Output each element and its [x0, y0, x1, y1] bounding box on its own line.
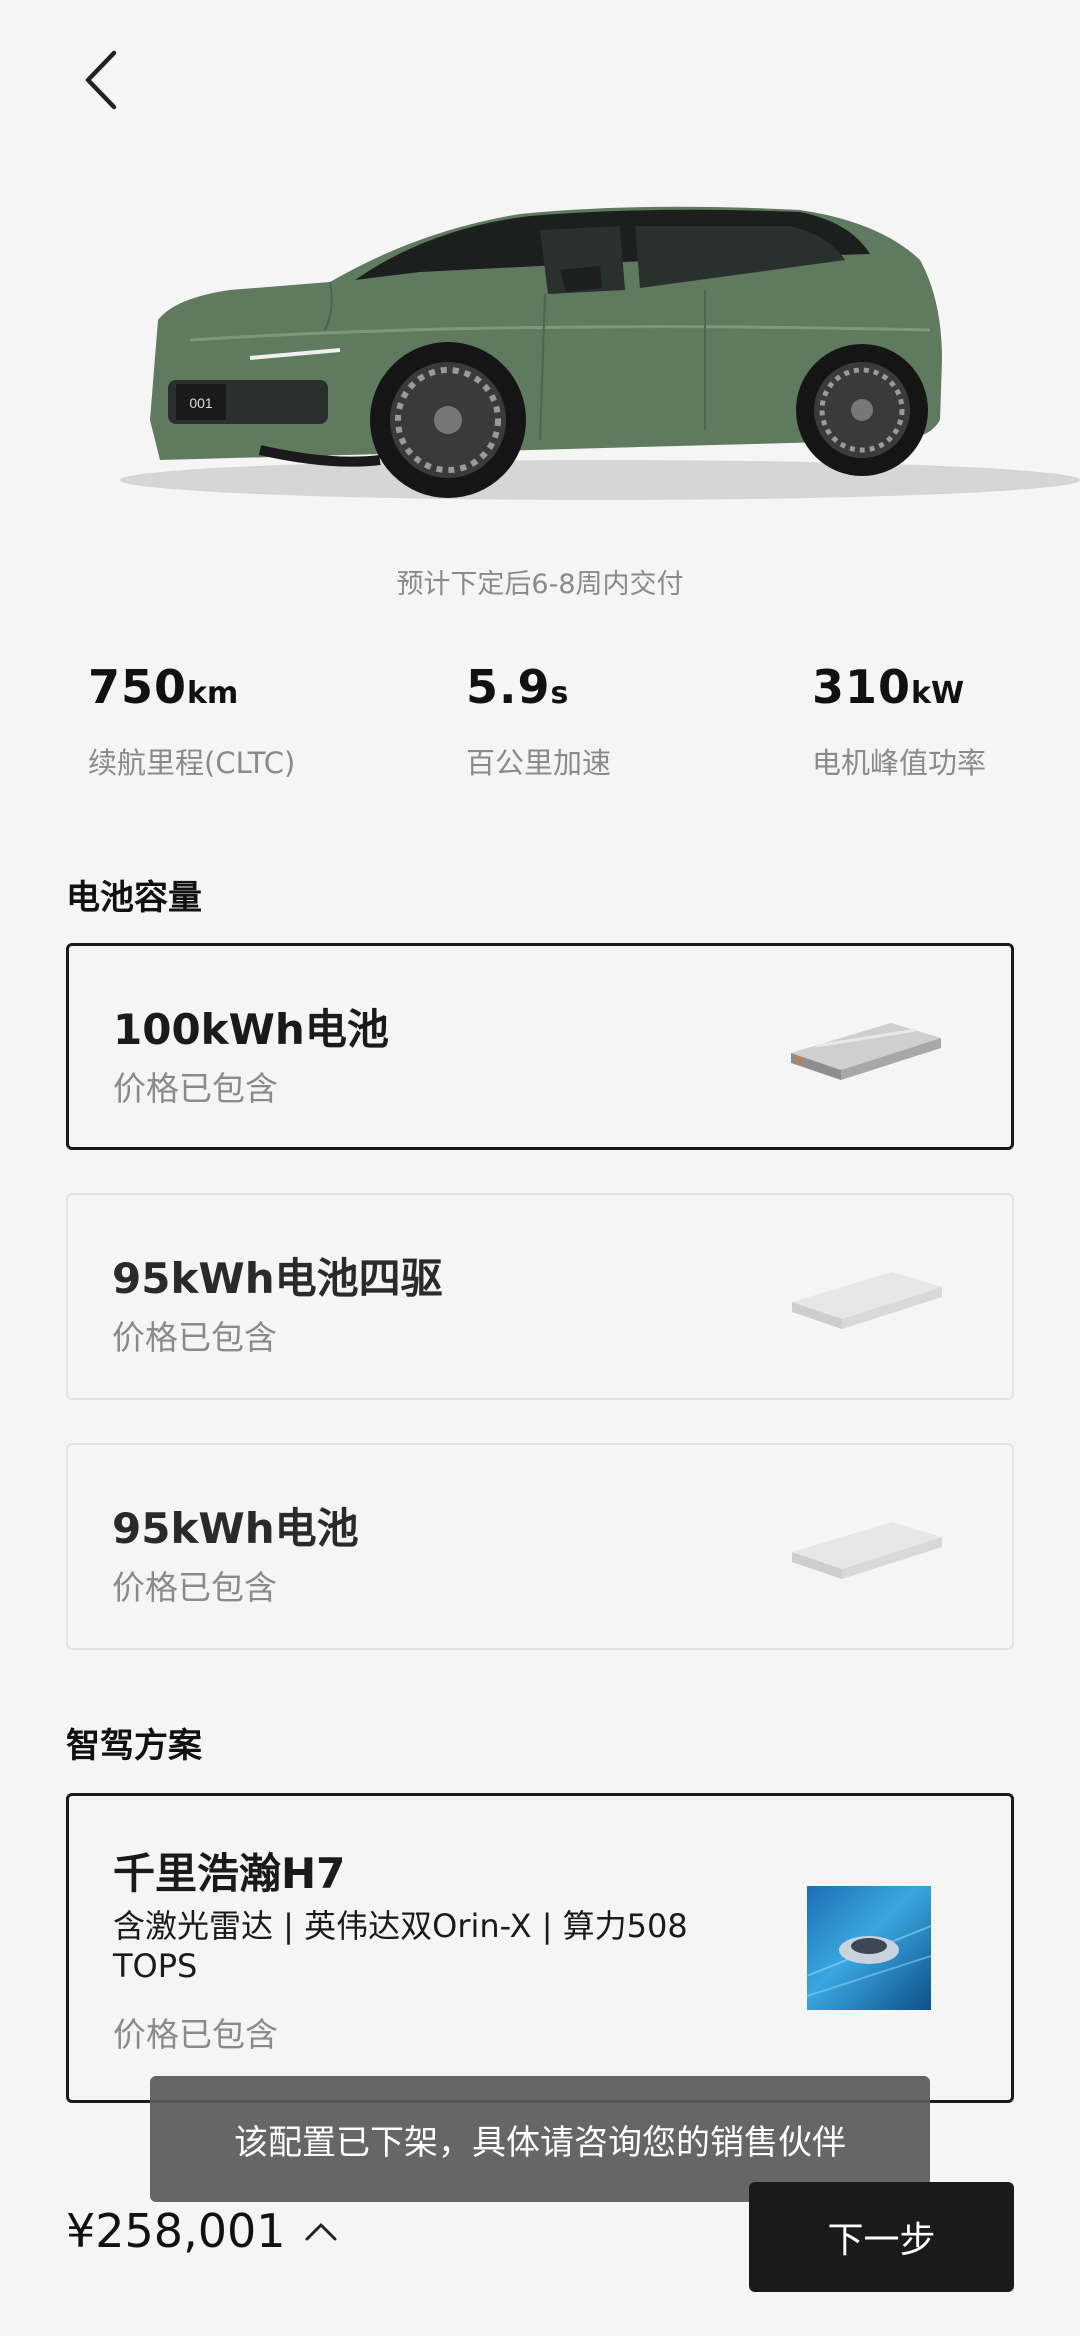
spec-range-label: 续航里程(CLTC): [88, 746, 296, 780]
adas-option-name: 千里浩瀚H7: [113, 1849, 346, 1898]
battery-option-name: 95kWh电池四驱: [112, 1254, 443, 1303]
spec-power-label: 电机峰值功率: [812, 746, 987, 780]
chevron-left-icon: [85, 50, 117, 110]
delivery-note: 预计下定后6-8周内交付: [396, 569, 684, 600]
spec-acceleration-unit: s: [550, 676, 569, 711]
battery-pack-image: [792, 1272, 942, 1329]
adas-section-title: 智驾方案: [66, 1726, 202, 1766]
battery-option-name: 100kWh电池: [113, 1005, 389, 1054]
plate-text: 001: [189, 395, 213, 411]
adas-option-description: 含激光雷达 | 英伟达双Orin-X | 算力508 TOPS: [113, 1907, 688, 1985]
battery-option-95kwh[interactable]: 95kWh电池 价格已包含: [66, 1443, 1014, 1650]
back-button[interactable]: [70, 40, 130, 120]
battery-option-name: 95kWh电池: [112, 1504, 359, 1553]
battery-option-price: 价格已包含: [112, 1318, 277, 1357]
total-price[interactable]: ¥258,001: [66, 2204, 338, 2258]
spec-range-unit: km: [187, 676, 239, 711]
spec-range-value: 750: [88, 660, 188, 714]
spec-range: 750km 续航里程(CLTC): [88, 660, 295, 782]
battery-option-price: 价格已包含: [113, 1069, 278, 1108]
battery-section-title: 电池容量: [66, 878, 202, 918]
spec-acceleration-label: 百公里加速: [466, 746, 612, 780]
car-image: 001: [0, 170, 1080, 510]
battery-option-price: 价格已包含: [112, 1568, 277, 1607]
battery-pack-image: [792, 1522, 942, 1579]
spec-acceleration-value: 5.9: [466, 660, 551, 714]
adas-thumbnail-image: [807, 1886, 931, 2010]
spec-acceleration: 5.9s 百公里加速: [466, 660, 611, 782]
spec-power-unit: kW: [911, 676, 965, 711]
battery-pack-image: [791, 1023, 941, 1080]
next-step-button[interactable]: 下一步: [749, 2182, 1014, 2292]
adas-option-price: 价格已包含: [113, 2015, 278, 2054]
chevron-up-icon: [305, 2223, 336, 2241]
battery-option-100kwh[interactable]: 100kWh电池 价格已包含: [66, 943, 1014, 1150]
battery-option-95kwh-awd[interactable]: 95kWh电池四驱 价格已包含: [66, 1193, 1014, 1400]
total-price-value: ¥258,001: [66, 2204, 286, 2258]
spec-power: 310kW 电机峰值功率: [812, 660, 986, 782]
adas-option-h7[interactable]: 千里浩瀚H7 含激光雷达 | 英伟达双Orin-X | 算力508 TOPS 价…: [66, 1793, 1014, 2103]
spec-power-value: 310: [812, 660, 912, 714]
